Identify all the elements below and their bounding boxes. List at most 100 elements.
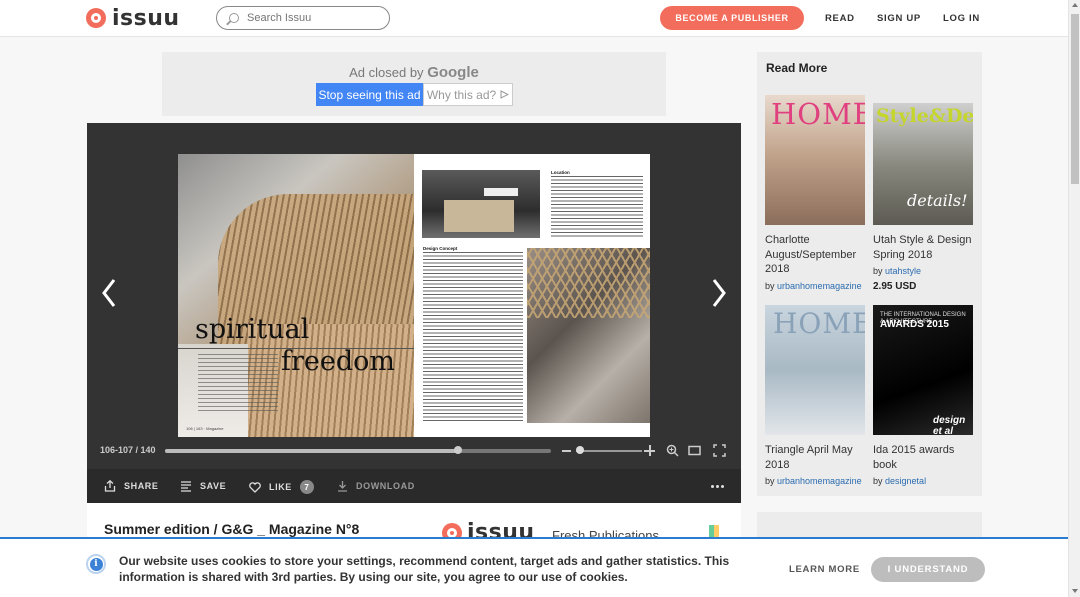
magnifier-icon[interactable] [666, 444, 679, 457]
ad-slot: Ad closed by Google Stop seeing this ad … [162, 52, 666, 116]
more-options-icon[interactable] [711, 485, 724, 488]
zoom-out-icon[interactable] [562, 450, 571, 452]
google-wordmark: Google [427, 64, 479, 81]
reader-action-bar: SHARE SAVE LIKE 7 DOWNLOAD [87, 469, 741, 503]
save-button[interactable]: SAVE [180, 480, 226, 492]
stop-seeing-ad-button[interactable]: Stop seeing this ad [316, 83, 423, 106]
cookie-message: Our website uses cookies to store your s… [119, 554, 730, 584]
why-this-ad-button[interactable]: Why this ad? [423, 83, 513, 106]
lattice-ceiling [527, 248, 650, 318]
publication-cover[interactable]: THE INTERNATIONAL DESIGN & ARCHITECTURE … [873, 305, 973, 435]
like-label: LIKE [269, 482, 292, 492]
nav-log-in[interactable]: LOG IN [943, 13, 980, 24]
share-button[interactable]: SHARE [104, 480, 159, 492]
publication-cover[interactable]: HOME [765, 95, 865, 225]
design-concept-text [423, 252, 523, 422]
spread-page-right[interactable]: Location Design Concept [414, 154, 650, 437]
cover-brand: design et al [933, 415, 966, 435]
publisher-link[interactable]: urbanhomemagazine [777, 281, 862, 291]
progress-knob[interactable] [454, 446, 463, 454]
document-title: Summer edition / G&G _ Magazine N°8 [104, 521, 360, 537]
cover-masthead: Style&Design [876, 105, 973, 127]
search-box[interactable] [216, 6, 390, 30]
publisher-link[interactable]: designetal [885, 476, 926, 486]
page-scrollbar[interactable] [1068, 0, 1080, 597]
publication-title[interactable]: Utah Style & Design Spring 2018 [873, 233, 973, 262]
issuu-logo[interactable]: issuu [86, 5, 180, 31]
read-more-sidebar: Read More HOME Charlotte August/Septembe… [757, 52, 982, 496]
zoom-knob[interactable] [576, 446, 584, 454]
like-count-badge: 7 [299, 480, 314, 494]
why-this-ad-label: Why this ad? [426, 87, 497, 102]
publication-title[interactable]: Charlotte August/September 2018 [765, 233, 865, 277]
nav-read[interactable]: READ [825, 13, 855, 24]
storefront-entrance [444, 200, 514, 232]
location-heading: Location [551, 170, 570, 175]
publication-byline: by urbanhomemagazine [765, 476, 862, 486]
document-reader: spiritual freedom 106 | 163 · Magazine L… [87, 123, 741, 503]
fullscreen-icon[interactable] [713, 444, 726, 457]
become-publisher-button[interactable]: BECOME A PUBLISHER [660, 6, 804, 30]
publication-card[interactable]: HOME Triangle April May 2018 by urbanhom… [765, 305, 865, 486]
cover-masthead: HOME [773, 307, 865, 340]
save-label: SAVE [200, 481, 227, 491]
ad-closed-message: Ad closed by Google [162, 64, 666, 81]
headline-freedom: freedom [281, 346, 395, 377]
page-counter: 106-107 / 140 [100, 445, 156, 455]
cover-masthead: HOME [771, 97, 865, 131]
nav-sign-up[interactable]: SIGN UP [877, 13, 921, 24]
storefront-photo [422, 170, 540, 238]
heart-icon [249, 481, 261, 493]
zoom-slider[interactable] [576, 450, 642, 452]
scroll-thumb[interactable] [1071, 14, 1079, 184]
page-progress-slider[interactable] [165, 446, 551, 454]
share-label: SHARE [124, 481, 159, 491]
download-icon [338, 481, 347, 492]
cover-headline: AWARDS 2015 [880, 319, 949, 330]
publication-price: 2.95 USD [873, 281, 917, 292]
publication-card[interactable]: THE INTERNATIONAL DESIGN & ARCHITECTURE … [873, 305, 973, 486]
publication-card[interactable]: HOME Charlotte August/September 2018 by … [765, 95, 865, 291]
scroll-up-arrow-icon[interactable] [1072, 3, 1078, 7]
download-button[interactable]: DOWNLOAD [337, 480, 415, 492]
search-input[interactable] [247, 12, 377, 24]
location-text [551, 176, 643, 238]
publication-byline: by urbanhomemagazine [765, 280, 862, 291]
zoom-in-icon[interactable] [644, 445, 655, 456]
storefront-sign [484, 188, 518, 196]
single-page-view-icon[interactable] [688, 444, 701, 457]
scroll-down-arrow-icon[interactable] [1072, 589, 1078, 593]
previous-page-arrow-icon[interactable] [101, 278, 117, 308]
next-page-arrow-icon[interactable] [711, 278, 727, 308]
adchoices-icon [500, 90, 510, 99]
app-badge-icon [709, 525, 719, 537]
publication-cover[interactable]: Style&Design details! [873, 103, 973, 225]
publication-byline: by utahstyle [873, 266, 922, 276]
like-button[interactable]: LIKE 7 [249, 480, 314, 494]
i-understand-button[interactable]: I UNDERSTAND [871, 557, 985, 582]
design-concept-heading: Design Concept [423, 246, 458, 251]
site-header: issuu BECOME A PUBLISHER READ SIGN UP LO… [0, 0, 1068, 37]
publisher-link[interactable]: utahstyle [885, 266, 921, 276]
publication-cover[interactable]: HOME [765, 305, 865, 435]
publication-title[interactable]: Triangle April May 2018 [765, 443, 865, 472]
download-label: DOWNLOAD [356, 481, 415, 491]
issuu-logo-icon [86, 8, 106, 28]
ad-closed-label: Ad closed by [349, 65, 424, 80]
intro-paragraph [198, 354, 278, 414]
logo-text: issuu [112, 5, 180, 31]
publication-title[interactable]: Ida 2015 awards book [873, 443, 973, 472]
spread-page-left[interactable]: spiritual freedom 106 | 163 · Magazine [178, 154, 414, 437]
read-more-title: Read More [766, 61, 828, 75]
publication-card[interactable]: Style&Design details! Utah Style & Desig… [873, 103, 973, 292]
publisher-link[interactable]: urbanhomemagazine [777, 476, 862, 486]
info-icon: i [86, 554, 106, 574]
publication-byline: by designetal [873, 476, 927, 486]
share-icon [104, 480, 116, 492]
save-stack-icon [181, 481, 191, 492]
page-footer: 106 | 163 · Magazine [186, 426, 224, 431]
cover-script: details! [907, 191, 968, 210]
search-icon [229, 13, 239, 23]
cookie-banner: i Our website uses cookies to store your… [0, 537, 1068, 597]
learn-more-link[interactable]: LEARN MORE [789, 564, 860, 575]
